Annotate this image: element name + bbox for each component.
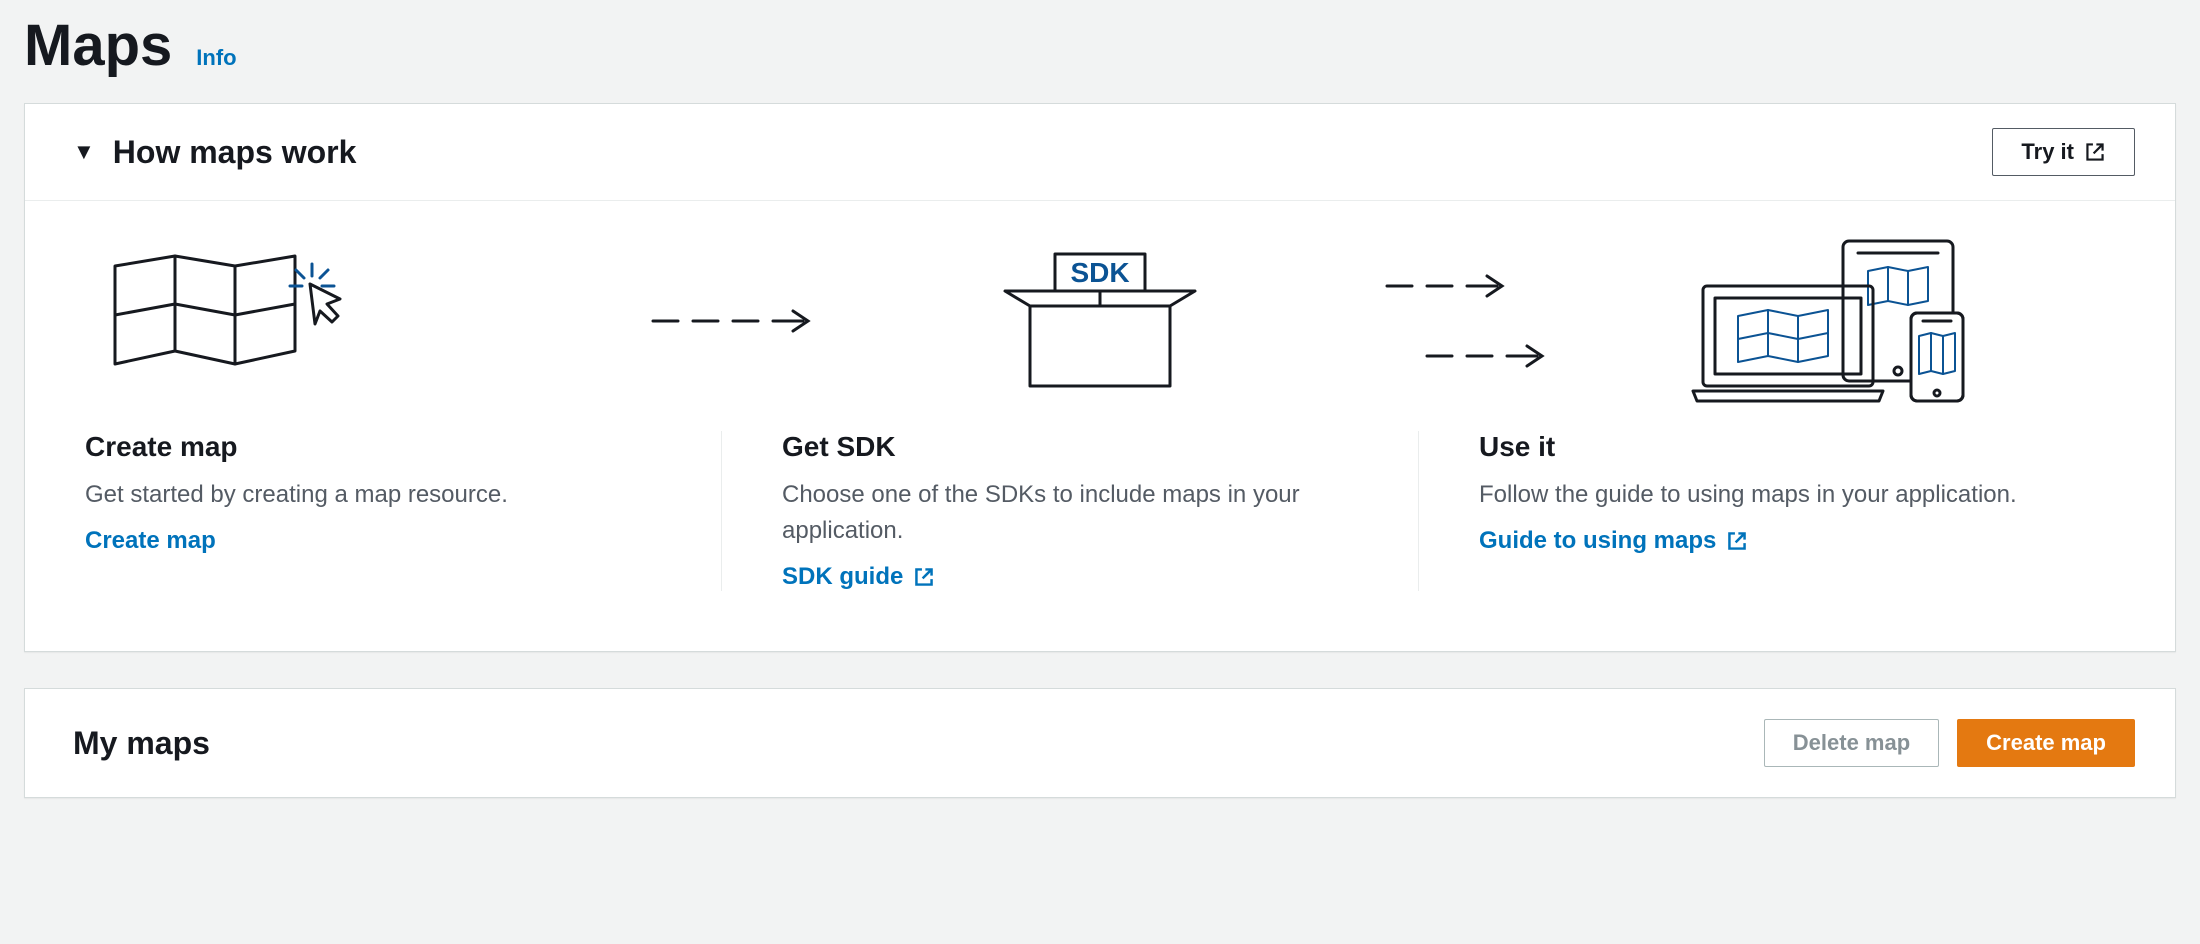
map-cursor-icon [95, 236, 355, 406]
steps-icons-row: SDK [85, 231, 2115, 431]
step-title: Create map [85, 431, 661, 463]
delete-map-label: Delete map [1793, 730, 1910, 756]
arrow-2 [1372, 271, 1562, 371]
how-maps-work-header: ▼ How maps work Try it [25, 104, 2175, 201]
step-icon-create-map [95, 236, 638, 406]
step-desc: Get started by creating a map resource. [85, 477, 661, 513]
devices-icon [1683, 231, 1983, 411]
sdk-guide-link-label: SDK guide [782, 563, 903, 591]
create-map-link[interactable]: Create map [85, 527, 216, 555]
step-use-it: Use it Follow the guide to using maps in… [1419, 431, 2115, 591]
guide-using-maps-link-label: Guide to using maps [1479, 527, 1716, 555]
dashed-arrow-icon [1382, 341, 1552, 371]
step-title: Use it [1479, 431, 2055, 463]
panel-header-left: ▼ How maps work [73, 134, 356, 171]
my-maps-title: My maps [73, 725, 210, 762]
info-link[interactable]: Info [196, 45, 236, 71]
my-maps-actions: Delete map Create map [1764, 719, 2135, 767]
guide-using-maps-link[interactable]: Guide to using maps [1479, 527, 1748, 555]
page-header: Maps Info [24, 0, 2176, 103]
my-maps-panel: My maps Delete map Create map [24, 688, 2176, 798]
page-title: Maps [24, 12, 172, 79]
step-desc: Choose one of the SDKs to include maps i… [782, 477, 1358, 549]
step-create-map: Create map Get started by creating a map… [85, 431, 722, 591]
sdk-box-icon: SDK [990, 236, 1210, 406]
step-icon-use-it [1562, 231, 2105, 411]
external-link-icon [1726, 530, 1748, 552]
external-link-icon [2084, 141, 2106, 163]
how-maps-work-panel: ▼ How maps work Try it [24, 103, 2176, 652]
how-maps-work-body: SDK [25, 201, 2175, 651]
create-map-label: Create map [1986, 730, 2106, 756]
try-it-button[interactable]: Try it [1992, 128, 2135, 176]
arrow-1 [638, 306, 828, 336]
try-it-label: Try it [2021, 139, 2074, 165]
step-title: Get SDK [782, 431, 1358, 463]
step-desc: Follow the guide to using maps in your a… [1479, 477, 2055, 513]
create-map-link-label: Create map [85, 527, 216, 555]
create-map-button[interactable]: Create map [1957, 719, 2135, 767]
external-link-icon [913, 566, 935, 588]
sdk-guide-link[interactable]: SDK guide [782, 563, 935, 591]
step-get-sdk: Get SDK Choose one of the SDKs to includ… [722, 431, 1419, 591]
my-maps-header: My maps Delete map Create map [25, 689, 2175, 797]
how-maps-work-title: How maps work [113, 134, 357, 171]
dashed-arrow-icon [648, 306, 818, 336]
dashed-arrow-icon [1382, 271, 1552, 301]
steps-text-row: Create map Get started by creating a map… [85, 431, 2115, 591]
sdk-box-label: SDK [1070, 257, 1129, 288]
step-icon-get-sdk: SDK [828, 236, 1371, 406]
delete-map-button[interactable]: Delete map [1764, 719, 1939, 767]
collapse-caret-icon[interactable]: ▼ [73, 139, 95, 165]
